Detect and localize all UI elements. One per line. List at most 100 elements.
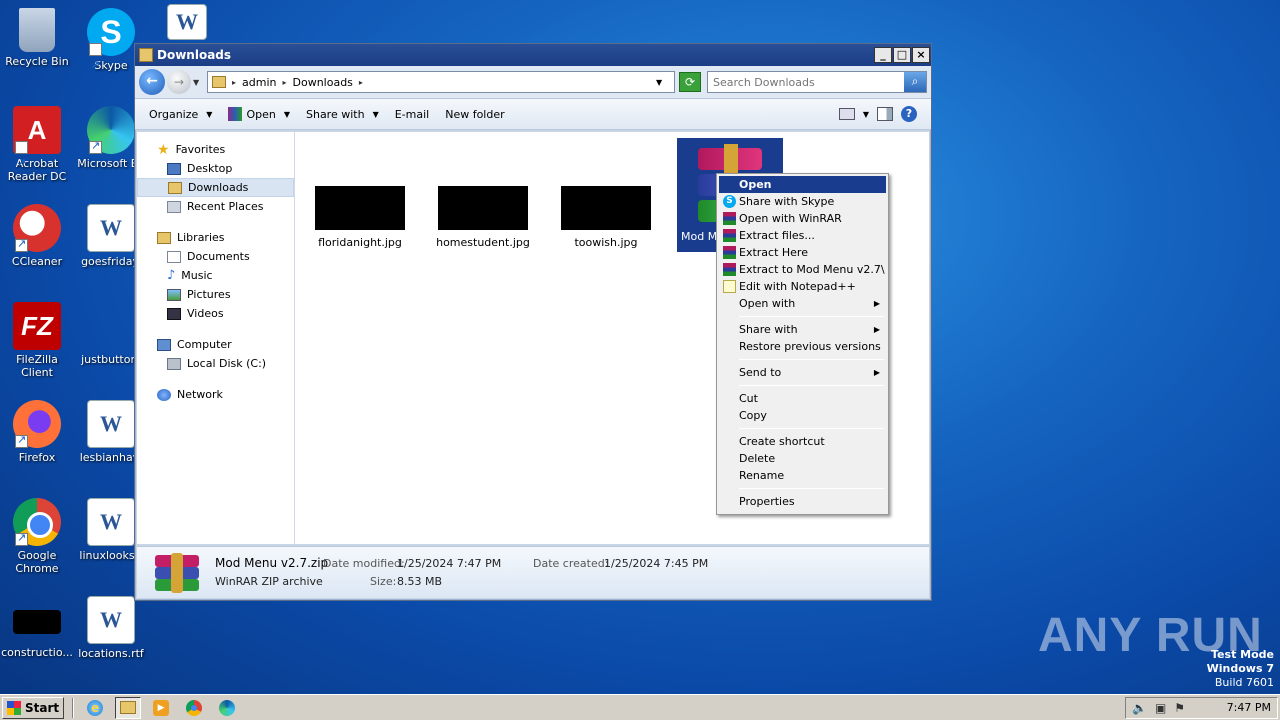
volume-icon[interactable]: 🔈 (1132, 701, 1147, 715)
desktop-icon-filezilla[interactable]: FZ FileZilla Client (0, 302, 74, 379)
close-button[interactable]: × (912, 47, 930, 63)
file-item-homestudent[interactable]: homestudent.jpg (428, 186, 538, 249)
desktop-icon-label: Firefox (18, 451, 56, 464)
nav-favorites[interactable]: ★ Favorites (137, 140, 294, 159)
chevron-down-icon[interactable]: ▼ (863, 110, 869, 119)
chevron-right-icon: ▶ (873, 368, 880, 377)
menu-separator (739, 428, 884, 429)
documents-icon (167, 250, 181, 263)
word-document-icon: W (167, 4, 207, 40)
menu-separator (739, 359, 884, 360)
menu-label: Rename (739, 469, 785, 482)
network-icon[interactable]: ▣ (1155, 701, 1166, 715)
nav-computer[interactable]: Computer (137, 335, 294, 354)
organize-button[interactable]: Organize ▼ (141, 102, 220, 126)
minimize-button[interactable]: _ (874, 47, 892, 63)
chevron-right-icon[interactable]: ▸ (359, 78, 363, 87)
nav-label: Documents (187, 250, 250, 263)
taskbar-chrome[interactable] (181, 697, 207, 719)
menu-extract-to-folder[interactable]: Extract to Mod Menu v2.7\ (719, 261, 886, 278)
menu-rename[interactable]: Rename (719, 467, 886, 484)
desktop-icon-chrome[interactable]: Google Chrome (0, 498, 74, 575)
menu-label: Open (739, 178, 772, 191)
breadcrumb-downloads[interactable]: Downloads (293, 76, 353, 89)
nav-network[interactable]: Network (137, 385, 294, 404)
nav-label: Computer (177, 338, 232, 351)
address-bar[interactable]: ▸ admin ▸ Downloads ▸ ▼ (207, 71, 675, 93)
nav-recent-places[interactable]: Recent Places (137, 197, 294, 216)
menu-properties[interactable]: Properties (719, 493, 886, 510)
menu-delete[interactable]: Delete (719, 450, 886, 467)
desktop-icon-acrobat[interactable]: A Acrobat Reader DC (0, 106, 74, 187)
desktop-icon-ccleaner[interactable]: CCleaner (0, 204, 74, 268)
open-button[interactable]: Open ▼ (220, 102, 298, 126)
menu-open-with-winrar[interactable]: Open with WinRAR (719, 210, 886, 227)
taskbar-explorer[interactable] (115, 696, 142, 719)
action-center-flag-icon[interactable]: ⚑ (1174, 701, 1185, 715)
address-dropdown[interactable]: ▼ (656, 78, 674, 87)
search-icon[interactable]: ⌕ (904, 72, 926, 92)
menu-edit-with-notepadpp[interactable]: Edit with Notepad++ (719, 278, 886, 295)
file-item-toowish[interactable]: toowish.jpg (551, 186, 661, 249)
start-button[interactable]: Start (2, 696, 65, 719)
menu-extract-here[interactable]: Extract Here (719, 244, 886, 261)
menu-copy[interactable]: Copy (719, 407, 886, 424)
search-box[interactable]: ⌕ (707, 71, 927, 93)
chevron-right-icon[interactable]: ▸ (282, 78, 286, 87)
nav-local-disk[interactable]: Local Disk (C:) (137, 354, 294, 373)
taskbar-separator (72, 697, 75, 718)
chevron-down-icon: ▼ (206, 109, 213, 119)
menu-share-with[interactable]: Share with ▶ (719, 321, 886, 338)
desktop-icon-construction[interactable]: constructio... (0, 596, 74, 659)
menu-create-shortcut[interactable]: Create shortcut (719, 433, 886, 450)
nav-music[interactable]: ♪ Music (137, 266, 294, 285)
maximize-button[interactable]: □ (893, 47, 911, 63)
title-bar[interactable]: Downloads _ □ × (135, 44, 931, 66)
menu-open-with[interactable]: Open with ▶ (719, 295, 886, 312)
back-button[interactable]: ← (139, 69, 165, 95)
share-with-button[interactable]: Share with ▼ (298, 102, 387, 126)
desktop-icon-word-doc-top[interactable]: W (150, 4, 224, 43)
folder-icon (120, 701, 137, 714)
email-button[interactable]: E-mail (387, 102, 438, 126)
nav-desktop[interactable]: Desktop (137, 159, 294, 178)
search-input[interactable] (708, 75, 904, 89)
menu-share-with-skype[interactable]: S Share with Skype (719, 193, 886, 210)
nav-videos[interactable]: Videos (137, 304, 294, 323)
nav-documents[interactable]: Documents (137, 247, 294, 266)
menu-open[interactable]: Open (719, 176, 886, 193)
desktop-icon-firefox[interactable]: Firefox (0, 400, 74, 464)
file-item-floridanight[interactable]: floridanight.jpg (305, 186, 415, 249)
taskbar-edge[interactable] (214, 697, 240, 719)
file-type: WinRAR ZIP archive (215, 575, 323, 588)
nav-libraries[interactable]: Libraries (137, 228, 294, 247)
window-title: Downloads (157, 48, 232, 62)
change-view-icon[interactable] (838, 108, 855, 120)
context-menu[interactable]: Open S Share with Skype Open with WinRAR … (716, 173, 889, 515)
desktop-icon (167, 162, 181, 175)
menu-extract-files[interactable]: Extract files... (719, 227, 886, 244)
email-label: E-mail (394, 107, 430, 121)
help-icon[interactable]: ? (901, 106, 917, 122)
nav-pictures[interactable]: Pictures (137, 285, 294, 304)
desktop-icon-locations[interactable]: W locations.rtf (74, 596, 148, 660)
refresh-button[interactable]: ⟳ (679, 72, 701, 92)
new-folder-button[interactable]: New folder (437, 102, 512, 126)
desktop-icon-recycle-bin[interactable]: Recycle Bin (0, 8, 74, 68)
skype-icon: S (723, 195, 736, 208)
menu-cut[interactable]: Cut (719, 390, 886, 407)
videos-icon (167, 307, 181, 320)
menu-send-to[interactable]: Send to ▶ (719, 364, 886, 381)
menu-restore-previous-versions[interactable]: Restore previous versions (719, 338, 886, 355)
taskbar-internet-explorer[interactable]: e (82, 697, 108, 719)
forward-button[interactable]: → (167, 70, 191, 94)
chevron-right-icon[interactable]: ▸ (232, 78, 236, 87)
clock[interactable]: 7:47 PM (1227, 701, 1271, 714)
breadcrumb-admin[interactable]: admin (242, 76, 276, 89)
menu-label: Properties (739, 495, 795, 508)
recent-pages-dropdown[interactable]: ▼ (193, 78, 203, 87)
taskbar-media-player[interactable]: ▶ (148, 697, 174, 719)
chrome-icon (186, 699, 203, 716)
preview-pane-icon[interactable] (877, 107, 893, 121)
nav-downloads[interactable]: Downloads (137, 178, 294, 197)
